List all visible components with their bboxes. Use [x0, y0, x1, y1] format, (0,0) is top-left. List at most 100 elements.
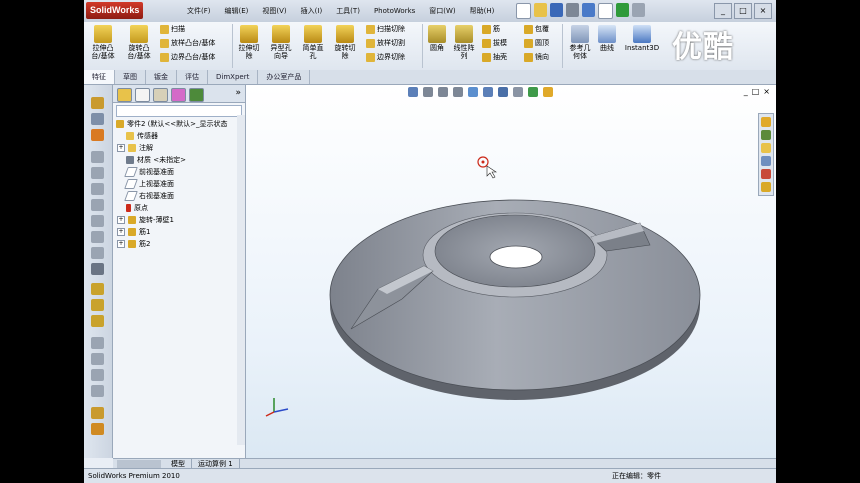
draft-button[interactable]: 拔模 — [482, 38, 507, 49]
tree-item-front-plane[interactable]: 前视基准面 — [124, 167, 174, 177]
linear-pattern-button[interactable]: 线性阵 列 — [451, 25, 477, 60]
tree-item-revolve-thin[interactable]: + 旋转-薄壁1 — [117, 215, 174, 225]
feature-tool-icon[interactable] — [91, 407, 104, 419]
tab-dimxpert[interactable]: DimXpert — [208, 70, 259, 84]
tree-item-top-plane[interactable]: 上视基准面 — [124, 179, 174, 189]
ref-geometry-button[interactable]: 参考几 何体 — [566, 25, 594, 60]
open-icon[interactable] — [534, 3, 547, 17]
tab-sheet-metal[interactable]: 钣金 — [146, 70, 177, 84]
expand-toggle[interactable]: + — [117, 228, 125, 236]
feature-tool-icon[interactable] — [91, 151, 104, 163]
feature-tool-icon[interactable] — [91, 423, 104, 435]
part-model[interactable] — [246, 85, 776, 458]
hole-wizard-icon — [272, 25, 290, 43]
tab-sketch[interactable]: 草图 — [115, 70, 146, 84]
save-icon[interactable] — [550, 3, 563, 17]
curves-label: 曲线 — [600, 44, 614, 52]
print-icon[interactable] — [566, 3, 579, 17]
feature-tool-icon[interactable] — [91, 247, 104, 259]
feature-tool-icon[interactable] — [91, 315, 104, 327]
display-manager-tab-icon[interactable] — [189, 88, 204, 102]
menu-photoworks[interactable]: PhotoWorks — [367, 4, 422, 18]
boundary-boss-button[interactable]: 边界凸台/基体 — [160, 52, 215, 63]
tab-evaluate[interactable]: 评估 — [177, 70, 208, 84]
tree-item-right-plane[interactable]: 右视基准面 — [124, 191, 174, 201]
expand-toggle[interactable]: + — [117, 216, 125, 224]
feature-tool-icon[interactable] — [91, 299, 104, 311]
boundary-cut-button[interactable]: 边界切除 — [366, 52, 405, 63]
tab-features[interactable]: 特征 — [84, 70, 115, 84]
menu-help[interactable]: 帮助(H) — [463, 4, 502, 18]
tab-scroll-arrows-icon[interactable] — [117, 460, 161, 468]
tab-office-products[interactable]: 办公室产品 — [258, 70, 311, 84]
tree-filter-field[interactable] — [116, 105, 242, 117]
property-manager-tab-icon[interactable] — [135, 88, 150, 102]
instant3d-label: Instant3D — [624, 44, 660, 52]
rebuild-icon[interactable] — [616, 3, 629, 17]
feature-tool-icon[interactable] — [91, 167, 104, 179]
configuration-manager-tab-icon[interactable] — [153, 88, 168, 102]
graphics-area[interactable]: _ □ × — [246, 85, 776, 458]
new-icon[interactable] — [516, 3, 531, 19]
feature-tool-icon[interactable] — [91, 385, 104, 397]
hole-wizard-button[interactable]: 异型孔 向导 — [267, 25, 295, 60]
feature-manager-tab-icon[interactable] — [117, 88, 132, 102]
dome-button[interactable]: 圆顶 — [524, 38, 549, 49]
tree-item-rib1[interactable]: + 筋1 — [117, 227, 150, 237]
feature-tool-icon[interactable] — [91, 199, 104, 211]
wrap-button[interactable]: 包覆 — [524, 24, 549, 35]
feature-manager-tree: » 零件2 (默认<<默认>_显示状态 传感器 + 注解 材质 <未指定> 前视基… — [113, 85, 246, 458]
menu-window[interactable]: 窗口(W) — [422, 4, 462, 18]
options-icon[interactable] — [632, 3, 645, 17]
extrude-boss-button[interactable]: 拉伸凸 台/基体 — [88, 25, 118, 60]
feature-tool-icon[interactable] — [91, 231, 104, 243]
feature-tool-icon[interactable] — [91, 215, 104, 227]
revolve-cut-button[interactable]: 旋转切 除 — [331, 25, 359, 60]
feature-tool-icon[interactable] — [91, 113, 104, 125]
solidworks-logo[interactable]: SolidWorks — [86, 2, 144, 19]
close-button[interactable]: × — [754, 3, 772, 19]
tree-item-origin[interactable]: 原点 — [126, 203, 148, 213]
feature-tool-icon[interactable] — [91, 353, 104, 365]
menu-file[interactable]: 文件(F) — [180, 4, 218, 18]
sweep-button[interactable]: 扫描 — [160, 24, 185, 35]
lofted-cut-button[interactable]: 放样切割 — [366, 38, 405, 49]
expand-toggle[interactable]: + — [117, 240, 125, 248]
tree-scrollbar[interactable] — [237, 115, 245, 445]
feature-tool-icon[interactable] — [91, 369, 104, 381]
feature-tool-icon[interactable] — [91, 263, 104, 275]
tree-root-part[interactable]: 零件2 (默认<<默认>_显示状态 — [116, 119, 228, 129]
menu-edit[interactable]: 编辑(E) — [218, 4, 256, 18]
maximize-button[interactable]: □ — [734, 3, 752, 19]
menu-view[interactable]: 视图(V) — [255, 4, 293, 18]
chevron-right-icon[interactable]: » — [235, 88, 241, 102]
minimize-button[interactable]: _ — [714, 3, 732, 19]
select-icon[interactable] — [598, 3, 613, 19]
feature-tool-icon[interactable] — [91, 97, 104, 109]
revolve-boss-button[interactable]: 旋转凸 台/基体 — [124, 25, 154, 60]
swept-cut-icon — [366, 25, 375, 34]
dimxpert-manager-tab-icon[interactable] — [171, 88, 186, 102]
tree-item-annotations[interactable]: + 注解 — [117, 143, 153, 153]
tree-item-sensors[interactable]: 传感器 — [126, 131, 158, 141]
simple-hole-button[interactable]: 简单直 孔 — [299, 25, 327, 60]
swept-cut-button[interactable]: 扫描切除 — [366, 24, 405, 35]
shell-button[interactable]: 抽壳 — [482, 52, 507, 63]
menu-insert[interactable]: 插入(I) — [294, 4, 330, 18]
curves-button[interactable]: 曲线 — [596, 25, 618, 52]
feature-tool-icon[interactable] — [91, 283, 104, 295]
rib-button[interactable]: 筋 — [482, 24, 500, 35]
loft-button[interactable]: 放样凸台/基体 — [160, 38, 215, 49]
instant3d-button[interactable]: Instant3D — [622, 25, 662, 52]
feature-tool-icon[interactable] — [91, 183, 104, 195]
tree-item-material[interactable]: 材质 <未指定> — [126, 155, 186, 165]
feature-tool-icon[interactable] — [91, 129, 104, 141]
feature-tool-icon[interactable] — [91, 337, 104, 349]
extrude-cut-button[interactable]: 拉伸切 除 — [235, 25, 263, 60]
expand-toggle[interactable]: + — [117, 144, 125, 152]
mirror-button[interactable]: 镜向 — [524, 52, 549, 63]
undo-icon[interactable] — [582, 3, 595, 17]
menu-tools[interactable]: 工具(T) — [329, 4, 367, 18]
fillet-button[interactable]: 圆角 — [425, 25, 449, 52]
tree-item-rib2[interactable]: + 筋2 — [117, 239, 150, 249]
